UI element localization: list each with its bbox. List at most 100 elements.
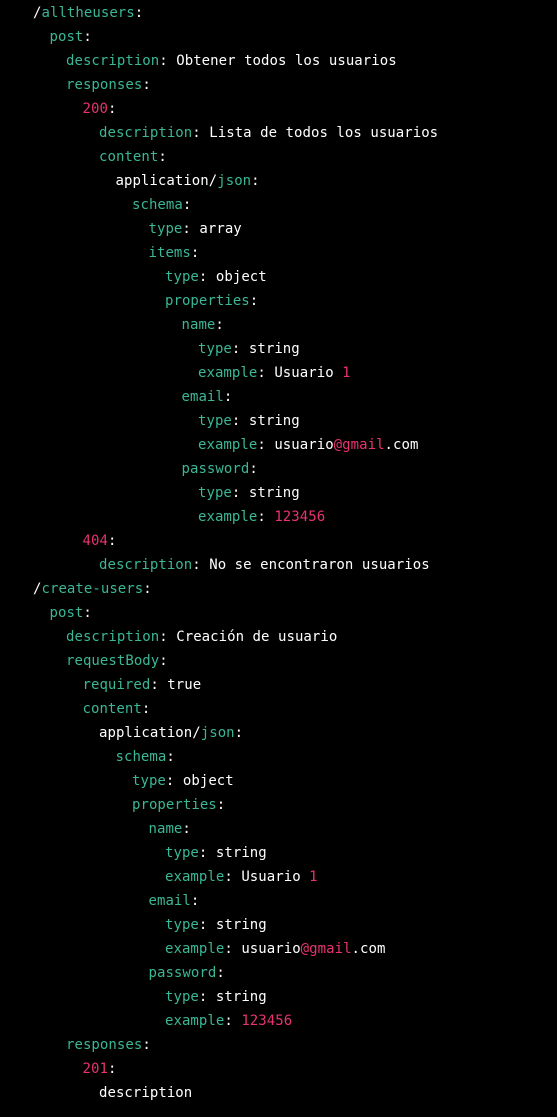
yaml-code-view: /alltheusers: post: description: Obtener t…: [0, 0, 557, 1117]
yaml-text: :: [143, 581, 152, 597]
yaml-text: :: [83, 29, 92, 45]
yaml-key: requestBody: [66, 653, 160, 669]
code-line: example: Usuario 1: [0, 865, 557, 889]
yaml-key: properties: [132, 797, 217, 813]
yaml-text: : string: [231, 485, 300, 501]
yaml-text: : array: [182, 221, 242, 237]
yaml-key: example: [165, 1013, 225, 1029]
yaml-text: :: [134, 5, 144, 21]
yaml-key: create-users: [41, 581, 144, 597]
yaml-text: : string: [231, 341, 300, 357]
yaml-text: : object: [165, 773, 234, 789]
yaml-text: .com: [384, 437, 419, 453]
code-line: password:: [0, 961, 557, 985]
yaml-key: type: [165, 845, 199, 861]
code-line: example: Usuario 1: [0, 361, 557, 385]
yaml-key: description: [66, 53, 160, 69]
yaml-text: : true: [150, 677, 202, 693]
yaml-number: 201: [82, 1061, 108, 1077]
yaml-number: @gmail: [333, 437, 385, 453]
yaml-number: 1: [342, 365, 351, 381]
code-line: type: string: [0, 985, 557, 1009]
yaml-key: type: [198, 485, 232, 501]
yaml-text: : Creación de usuario: [159, 629, 338, 645]
code-line: example: usuario@gmail.com: [0, 937, 557, 961]
yaml-key: json: [217, 173, 252, 189]
code-line: type: string: [0, 841, 557, 865]
yaml-key: type: [148, 221, 183, 237]
code-line: properties:: [0, 793, 557, 817]
yaml-key: json: [200, 725, 235, 741]
code-line: email:: [0, 385, 557, 409]
yaml-key: schema: [115, 749, 167, 765]
yaml-text: :: [190, 245, 200, 261]
code-line: description: No se encontraron usuarios: [0, 553, 557, 577]
yaml-number: 404: [82, 533, 108, 549]
code-line: post:: [0, 601, 557, 625]
yaml-key: post: [49, 29, 84, 45]
yaml-text: :: [142, 77, 151, 93]
code-line: example: 123456: [0, 1009, 557, 1033]
yaml-key: responses: [66, 77, 143, 93]
code-line: responses:: [0, 1033, 557, 1057]
yaml-text: application/: [115, 173, 218, 189]
yaml-text: : No se encontraron usuarios: [192, 557, 430, 573]
yaml-key: type: [165, 989, 199, 1005]
yaml-text: : string: [198, 845, 267, 861]
code-line: description: Obtener todos los usuarios: [0, 49, 557, 73]
yaml-text: :: [182, 821, 191, 837]
code-line: name:: [0, 817, 557, 841]
yaml-key: password: [148, 965, 217, 981]
yaml-key: example: [165, 941, 225, 957]
yaml-key: example: [198, 365, 258, 381]
yaml-key: items: [148, 245, 191, 261]
yaml-key: example: [198, 437, 258, 453]
yaml-text: : string: [198, 917, 267, 933]
code-line: content:: [0, 697, 557, 721]
yaml-text: : usuario: [257, 437, 334, 453]
yaml-key: name: [181, 317, 216, 333]
yaml-key: description: [99, 125, 193, 141]
code-line: type: string: [0, 409, 557, 433]
yaml-text: : string: [231, 413, 300, 429]
code-line: type: string: [0, 337, 557, 361]
yaml-text: :: [190, 893, 200, 909]
yaml-text: : Lista de todos los usuarios: [192, 125, 439, 141]
code-line: type: array: [0, 217, 557, 241]
yaml-text: .com: [351, 941, 386, 957]
yaml-text: : string: [198, 989, 267, 1005]
yaml-key: type: [165, 917, 199, 933]
code-line: 200:: [0, 97, 557, 121]
yaml-text: : Obtener todos los usuarios: [159, 53, 397, 69]
yaml-key: alltheusers: [41, 5, 135, 21]
yaml-number: 123456: [241, 1013, 293, 1029]
yaml-key: email: [181, 389, 224, 405]
yaml-text: :: [141, 701, 151, 717]
yaml-key: password: [181, 461, 250, 477]
code-line: type: string: [0, 481, 557, 505]
yaml-text: : object: [198, 269, 267, 285]
yaml-text: application/: [99, 725, 201, 741]
yaml-key: email: [148, 893, 191, 909]
yaml-text: :: [249, 293, 259, 309]
code-line: email:: [0, 889, 557, 913]
code-line: /alltheusers:: [0, 1, 557, 25]
yaml-text: :: [251, 173, 260, 189]
yaml-key: content: [99, 149, 159, 165]
code-line: example: 123456: [0, 505, 557, 529]
code-line: type: object: [0, 769, 557, 793]
code-line: 201:: [0, 1057, 557, 1081]
code-line: example: usuario@gmail.com: [0, 433, 557, 457]
code-line: required: true: [0, 673, 557, 697]
yaml-number: @gmail: [300, 941, 352, 957]
code-line: application/json:: [0, 721, 557, 745]
yaml-key: type: [132, 773, 166, 789]
code-line: description: Creación de usuario: [0, 625, 557, 649]
yaml-text: : usuario: [224, 941, 301, 957]
code-line: responses:: [0, 73, 557, 97]
yaml-key: properties: [165, 293, 250, 309]
yaml-text: :: [249, 461, 258, 477]
code-line: type: string: [0, 913, 557, 937]
yaml-text: : Usuario: [224, 869, 310, 885]
code-line: post:: [0, 25, 557, 49]
